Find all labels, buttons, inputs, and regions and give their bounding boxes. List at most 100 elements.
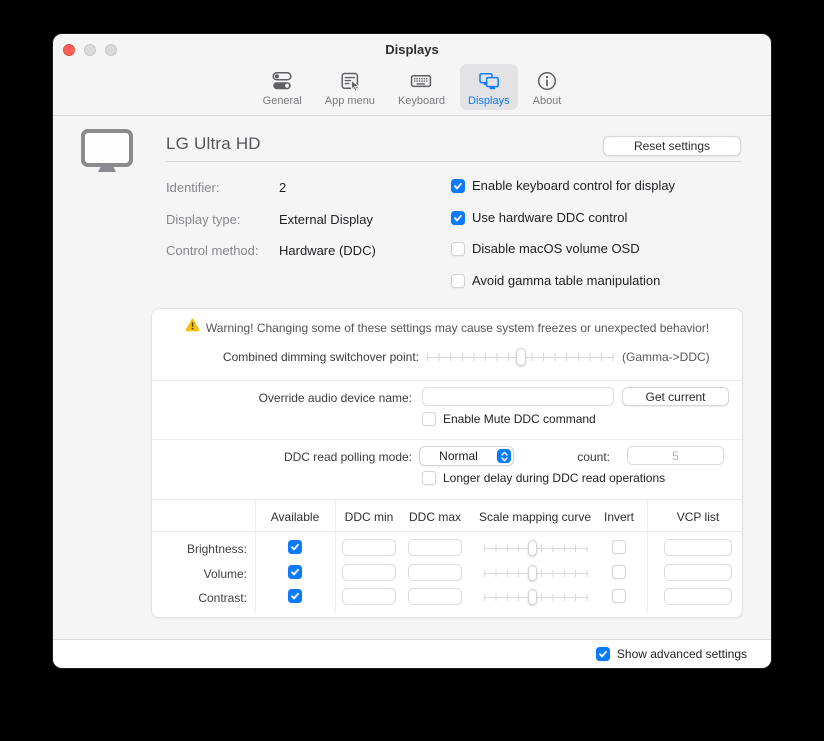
toggles-icon — [270, 68, 294, 94]
volume-invert-checkbox[interactable] — [612, 565, 626, 579]
show-advanced-settings-checkbox[interactable] — [596, 647, 610, 661]
checkbox-label: Enable keyboard control for display — [472, 178, 675, 193]
contrast-available-checkbox[interactable] — [288, 589, 302, 603]
get-current-button[interactable]: Get current — [622, 387, 729, 406]
divider — [152, 439, 742, 440]
checkbox-label: Longer delay during DDC read operations — [443, 471, 665, 485]
row-label-volume: Volume: — [152, 567, 247, 581]
brightness-vcp-list-input[interactable] — [664, 539, 732, 556]
displays-preferences-window: Displays General App m — [52, 33, 772, 669]
row-label-brightness: Brightness: — [152, 542, 247, 556]
monitor-icon — [81, 129, 133, 179]
table-divider — [255, 500, 256, 613]
warning-row: Warning! Changing some of these settings… — [152, 318, 742, 337]
divider — [152, 499, 742, 500]
document-cursor-icon — [338, 68, 362, 94]
mute-ddc-row: Enable Mute DDC command — [422, 412, 596, 426]
footer-bar: Show advanced settings — [53, 639, 771, 668]
hardware-ddc-checkbox[interactable] — [451, 211, 465, 225]
slider-thumb[interactable] — [528, 540, 537, 556]
volume-vcp-list-input[interactable] — [664, 564, 732, 581]
col-header-curve: Scale mapping curve — [479, 510, 591, 524]
checkbox-label: Use hardware DDC control — [472, 210, 627, 225]
contrast-curve-slider[interactable] — [484, 588, 588, 606]
dimming-mode-suffix: (Gamma->DDC) — [622, 350, 710, 364]
tab-label: Keyboard — [398, 95, 445, 107]
contrast-vcp-list-input[interactable] — [664, 588, 732, 605]
tab-displays[interactable]: Displays — [460, 64, 518, 110]
slider-thumb[interactable] — [528, 565, 537, 581]
brightness-invert-checkbox[interactable] — [612, 540, 626, 554]
checkbox-label: Enable Mute DDC command — [443, 412, 596, 426]
keyboard-control-checkbox[interactable] — [451, 179, 465, 193]
table-divider — [335, 500, 336, 613]
disable-volume-osd-checkbox[interactable] — [451, 242, 465, 256]
brightness-ddc-min-input[interactable] — [342, 539, 396, 556]
display-type-value: External Display — [279, 212, 373, 227]
window-title: Displays — [53, 42, 771, 57]
display-name: LG Ultra HD — [166, 134, 261, 154]
tab-label: General — [263, 95, 302, 107]
table-header-divider — [152, 531, 742, 532]
contrast-ddc-min-input[interactable] — [342, 588, 396, 605]
advanced-settings-panel: Warning! Changing some of these settings… — [151, 308, 743, 618]
longer-delay-checkbox[interactable] — [422, 471, 436, 485]
avoid-gamma-checkbox[interactable] — [451, 274, 465, 288]
polling-mode-label: DDC read polling mode: — [152, 450, 412, 464]
col-header-invert: Invert — [604, 510, 634, 524]
col-header-ddc-min: DDC min — [345, 510, 394, 524]
selected-option: Normal — [420, 449, 497, 463]
brightness-available-checkbox[interactable] — [288, 540, 302, 554]
control-method-value: Hardware (DDC) — [279, 243, 376, 258]
tab-app-menu[interactable]: App menu — [317, 64, 383, 110]
tab-label: About — [533, 95, 562, 107]
audio-override-label: Override audio device name: — [152, 391, 412, 405]
displays-pane: LG Ultra HD Reset settings Identifier: 2… — [53, 116, 771, 641]
option-row: Enable keyboard control for display — [451, 178, 675, 193]
count-label: count: — [572, 450, 610, 464]
identifier-label: Identifier: — [166, 180, 219, 195]
tab-label: Displays — [468, 95, 510, 107]
brightness-curve-slider[interactable] — [484, 539, 588, 557]
preferences-toolbar: General App menu — [53, 62, 771, 116]
displays-icon — [477, 68, 501, 94]
dimming-switchover-label: Combined dimming switchover point: — [152, 350, 419, 364]
identifier-value: 2 — [279, 180, 286, 195]
col-header-available: Available — [271, 510, 319, 524]
stepper-chevrons-icon — [497, 449, 511, 463]
polling-mode-select[interactable]: Normal — [419, 446, 514, 466]
brightness-ddc-max-input[interactable] — [408, 539, 462, 556]
slider-thumb[interactable] — [516, 348, 526, 366]
volume-ddc-min-input[interactable] — [342, 564, 396, 581]
tab-about[interactable]: About — [525, 64, 570, 110]
table-divider — [647, 500, 648, 613]
slider-thumb[interactable] — [528, 589, 537, 605]
tab-keyboard[interactable]: Keyboard — [390, 64, 453, 110]
dimming-switchover-slider[interactable] — [427, 348, 614, 366]
checkbox-label: Disable macOS volume OSD — [472, 241, 640, 256]
contrast-ddc-max-input[interactable] — [408, 588, 462, 605]
audio-device-name-input[interactable] — [422, 387, 614, 406]
option-row: Use hardware DDC control — [451, 210, 627, 225]
divider — [152, 380, 742, 381]
option-row: Avoid gamma table manipulation — [451, 273, 660, 288]
info-icon — [535, 68, 559, 94]
col-header-vcp-list: VCP list — [677, 510, 719, 524]
tab-general[interactable]: General — [255, 64, 310, 110]
display-type-label: Display type: — [166, 212, 240, 227]
control-method-label: Control method: — [166, 243, 259, 258]
checkbox-label: Show advanced settings — [617, 647, 747, 661]
polling-count-input — [627, 446, 724, 465]
option-row: Disable macOS volume OSD — [451, 241, 640, 256]
reset-settings-button[interactable]: Reset settings — [603, 136, 741, 156]
titlebar: Displays — [53, 34, 771, 62]
volume-ddc-max-input[interactable] — [408, 564, 462, 581]
row-label-contrast: Contrast: — [152, 591, 247, 605]
checkbox-label: Avoid gamma table manipulation — [472, 273, 660, 288]
volume-available-checkbox[interactable] — [288, 565, 302, 579]
volume-curve-slider[interactable] — [484, 564, 588, 582]
enable-mute-ddc-checkbox[interactable] — [422, 412, 436, 426]
header-divider — [166, 161, 741, 162]
col-header-ddc-max: DDC max — [409, 510, 461, 524]
contrast-invert-checkbox[interactable] — [612, 589, 626, 603]
